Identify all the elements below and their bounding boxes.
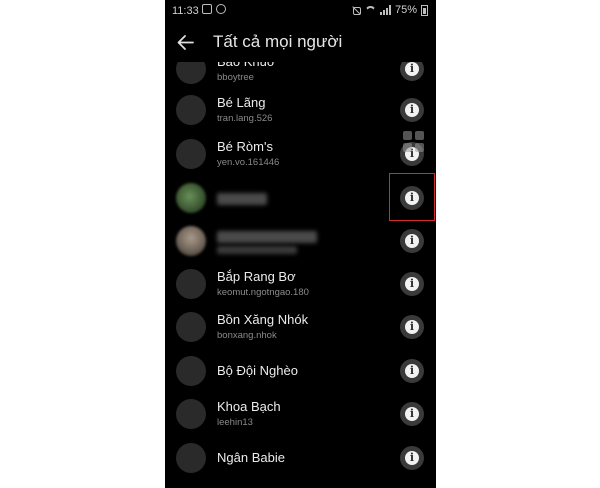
contact-username: bonxang.nhok (217, 330, 277, 341)
info-button[interactable]: i (400, 359, 424, 383)
info-button-highlight (389, 173, 435, 221)
notification-icon (202, 4, 212, 14)
list-item[interactable]: Ngân Babie i (165, 437, 436, 481)
mute-icon (352, 6, 361, 15)
contact-username: yen.vo.161446 (217, 157, 280, 168)
info-icon: i (405, 364, 419, 378)
contact-name: Bắp Rang Bơ (217, 269, 296, 284)
avatar (176, 312, 206, 342)
contact-username: leehin13 (217, 417, 253, 428)
list-item[interactable]: Bé Lãng tran.lang.526 i (165, 89, 436, 133)
list-item[interactable]: Bồn Xăng Nhók bonxang.nhok i (165, 306, 436, 350)
blurred-username (217, 246, 297, 254)
contact-name: Bé Ròm's (217, 139, 273, 154)
info-icon: i (405, 451, 419, 465)
list-item[interactable]: Bắp Rang Bơ keomut.ngotngao.180 i (165, 263, 436, 307)
info-icon: i (405, 62, 419, 76)
info-icon: i (405, 320, 419, 334)
contact-name: Khoa Bạch (217, 399, 281, 414)
page-title: Tất cả mọi người (213, 32, 343, 51)
signal-icon (379, 5, 391, 15)
blurred-name (217, 193, 267, 205)
status-time: 11:33 (172, 5, 199, 17)
contact-name: Bộ Đội Nghèo (217, 363, 298, 378)
info-icon: i (405, 103, 419, 117)
list-item[interactable]: Bộ Đội Nghèo i (165, 350, 436, 394)
contact-username: bboytree (217, 72, 254, 83)
contact-list[interactable]: Bảo Khuơ bboytree i Bé Lãng tran.lang.52… (165, 0, 436, 488)
info-icon: i (405, 407, 419, 421)
info-button[interactable]: i (400, 272, 424, 296)
info-button[interactable]: i (400, 315, 424, 339)
info-button[interactable]: i (400, 229, 424, 253)
avatar (176, 95, 206, 125)
contact-name: Bé Lãng (217, 95, 266, 110)
info-button[interactable]: i (400, 402, 424, 426)
messenger-icon (216, 4, 226, 14)
avatar (176, 399, 206, 429)
list-item[interactable]: Bé Ròm's yen.vo.161446 i (165, 133, 436, 177)
status-bar: 11:33 75% (165, 0, 436, 22)
avatar (176, 183, 206, 213)
contact-username: keomut.ngotngao.180 (217, 287, 309, 298)
list-item[interactable]: Khoa Bạch leehin13 i (165, 393, 436, 437)
phone-screen: Bảo Khuơ bboytree i Bé Lãng tran.lang.52… (165, 0, 436, 488)
avatar (176, 443, 206, 473)
list-item[interactable]: i (165, 220, 436, 264)
avatar (176, 269, 206, 299)
arrow-left-icon[interactable] (177, 34, 194, 51)
avatar (176, 356, 206, 386)
avatar (176, 139, 206, 169)
app-header: Tất cả mọi người (165, 22, 436, 62)
grid-icon (403, 131, 425, 153)
battery-icon (421, 4, 428, 16)
contact-name: Bồn Xăng Nhók (217, 312, 309, 327)
info-icon: i (405, 277, 419, 291)
blurred-name (217, 231, 317, 243)
info-icon: i (405, 234, 419, 248)
contact-username: tran.lang.526 (217, 113, 273, 124)
wifi-icon (365, 6, 376, 15)
info-button[interactable]: i (400, 98, 424, 122)
contact-name: Ngân Babie (217, 450, 285, 465)
avatar (176, 226, 206, 256)
info-button[interactable]: i (400, 446, 424, 470)
battery-percent: 75% (394, 4, 417, 16)
